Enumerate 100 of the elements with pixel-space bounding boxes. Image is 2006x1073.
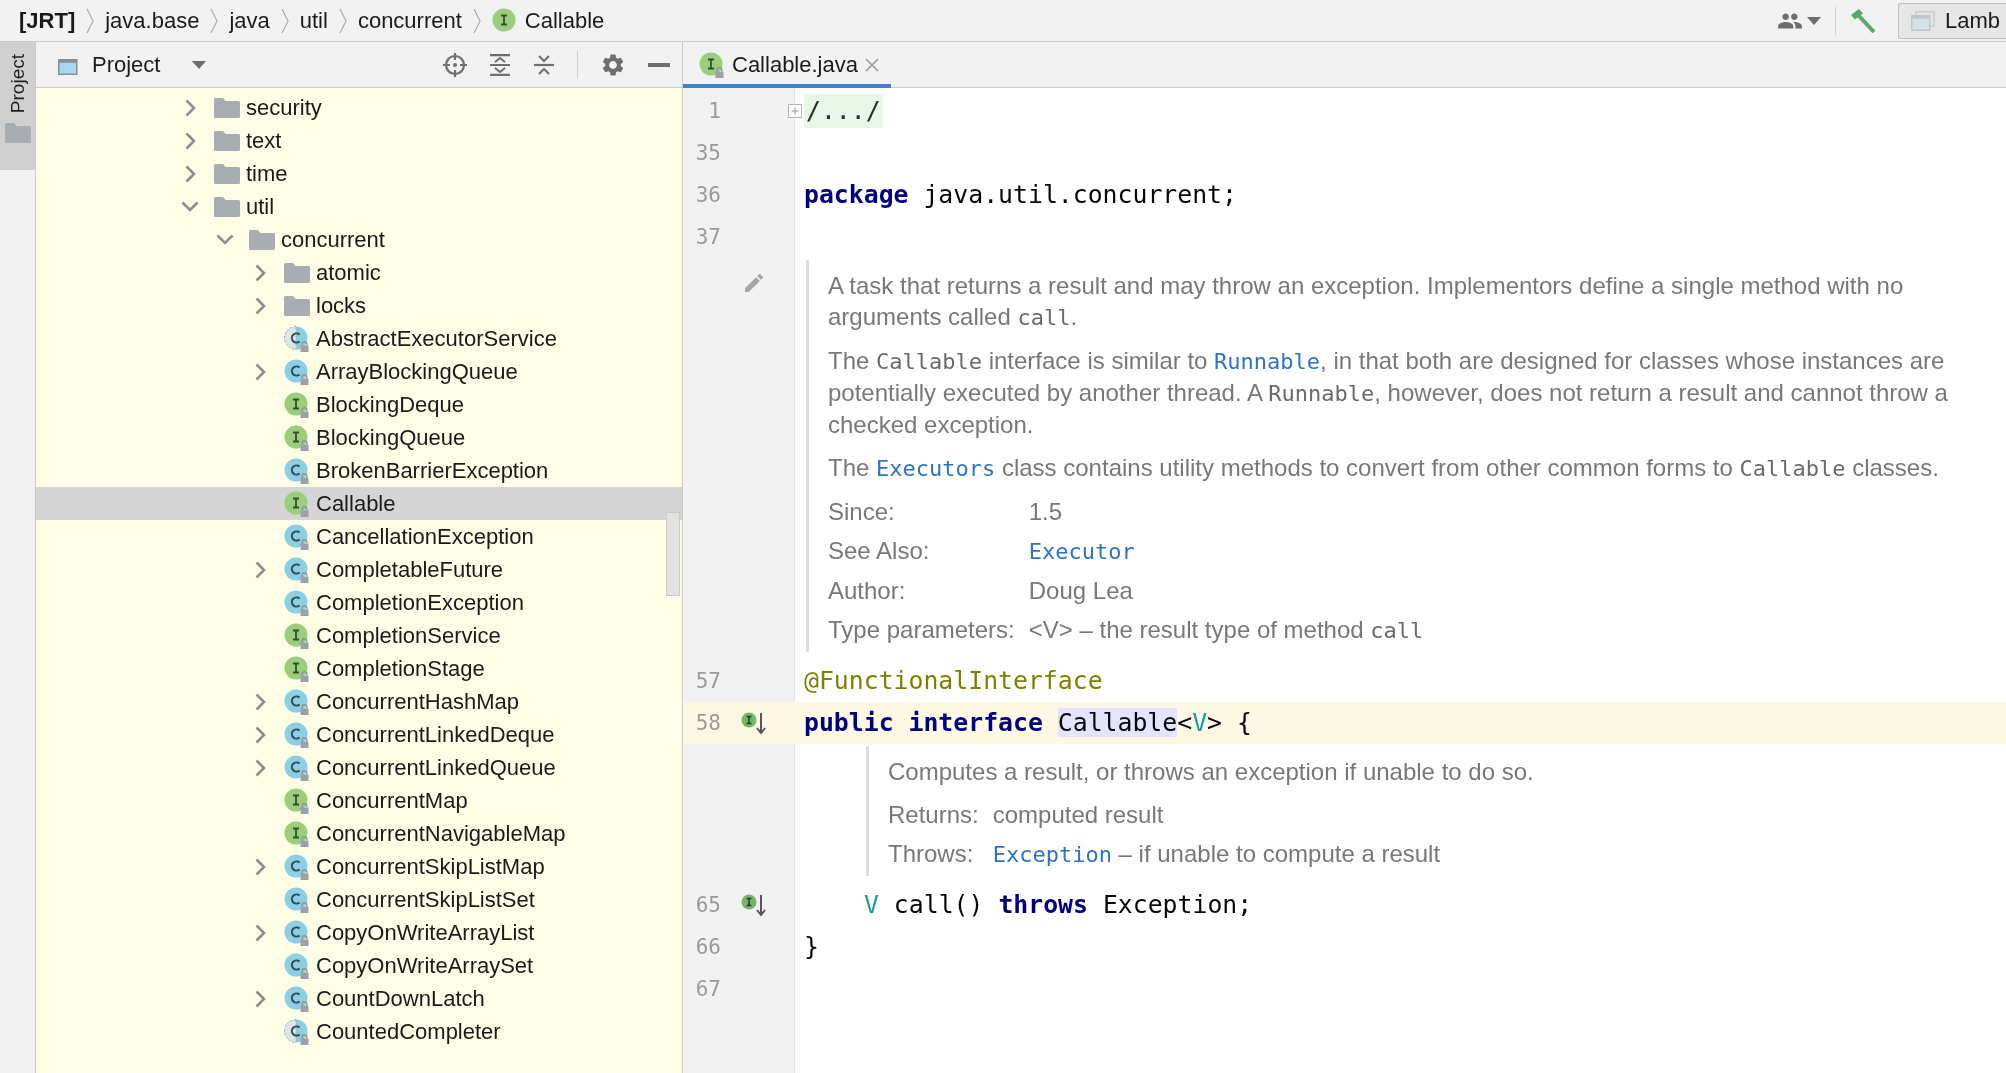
tree-item[interactable]: BrokenBarrierException bbox=[36, 454, 682, 487]
class-icon bbox=[284, 523, 310, 550]
crosshair-icon[interactable] bbox=[443, 52, 467, 77]
tree-item[interactable]: CountDownLatch bbox=[36, 982, 682, 1015]
tree-item[interactable]: ConcurrentNavigableMap bbox=[36, 817, 682, 850]
doc-link[interactable]: Runnable bbox=[1214, 349, 1321, 374]
expand-all-icon[interactable] bbox=[489, 53, 511, 76]
line-number: 1 bbox=[707, 98, 721, 125]
tool-window-tab[interactable]: Project bbox=[0, 42, 35, 170]
tree-item[interactable]: ConcurrentLinkedDeque bbox=[36, 718, 682, 751]
folder-icon bbox=[214, 130, 240, 151]
close-icon[interactable] bbox=[864, 58, 879, 72]
interface-icon bbox=[491, 7, 518, 34]
chevron-right-icon[interactable] bbox=[254, 989, 266, 1008]
tree-item[interactable]: atomic bbox=[36, 256, 682, 289]
chevron-right-icon[interactable] bbox=[254, 362, 266, 381]
tree-item[interactable]: ConcurrentSkipListSet bbox=[36, 883, 682, 916]
tree-item[interactable]: CopyOnWriteArrayList bbox=[36, 916, 682, 949]
tree-item[interactable]: Callable bbox=[36, 487, 682, 520]
interface-icon bbox=[284, 391, 310, 418]
chevron-right-icon[interactable] bbox=[254, 296, 266, 315]
line-number: 37 bbox=[694, 224, 721, 251]
circle-arrow-icon[interactable] bbox=[741, 711, 767, 735]
doc-paragraph: The Callable interface is similar to Runnable, in that both are designed for classes whose instances are potentially executed by another thread. A Runnable, however, does not return a result and cannot throw a checked exception. bbox=[828, 346, 1949, 440]
chevron-right-icon[interactable] bbox=[254, 758, 266, 777]
doc-link[interactable]: Executor bbox=[1028, 539, 1135, 564]
chevron-right-icon[interactable] bbox=[254, 692, 266, 711]
tree-item[interactable]: CompletionService bbox=[36, 619, 682, 652]
interface-icon bbox=[284, 655, 310, 682]
breadcrumb-item[interactable]: util bbox=[299, 7, 328, 34]
tree-item[interactable]: locks bbox=[36, 289, 682, 322]
run-configuration-selector[interactable]: Lamb bbox=[1897, 2, 2006, 39]
plus-box-icon[interactable] bbox=[788, 104, 802, 118]
chevron-right-icon[interactable] bbox=[254, 923, 266, 942]
folder-icon bbox=[214, 163, 240, 184]
chevron-right-icon[interactable] bbox=[254, 725, 266, 744]
code-line: V call() throws Exception; bbox=[864, 889, 1253, 921]
chevron-right-icon[interactable] bbox=[254, 560, 266, 579]
breadcrumb-item[interactable]: Callable bbox=[491, 7, 605, 34]
tree-item[interactable]: security bbox=[36, 91, 682, 124]
tree-item[interactable]: util bbox=[36, 190, 682, 223]
doc-link[interactable]: Executors bbox=[876, 456, 996, 481]
line-number: 57 bbox=[694, 668, 721, 695]
circle-arrow-icon[interactable] bbox=[741, 893, 767, 917]
minimize-icon[interactable] bbox=[648, 62, 670, 67]
tree-item[interactable]: CompletionException bbox=[36, 586, 682, 619]
tree-item[interactable]: AbstractExecutorService bbox=[36, 322, 682, 355]
caret-icon[interactable] bbox=[1806, 16, 1821, 25]
class-icon bbox=[284, 754, 310, 781]
tree-item[interactable]: text bbox=[36, 124, 682, 157]
tree-item[interactable]: CompletableFuture bbox=[36, 553, 682, 586]
code-line: package java.util.concurrent; bbox=[804, 179, 1237, 211]
tree-item[interactable]: concurrent bbox=[36, 223, 682, 256]
breadcrumb-item[interactable]: java bbox=[229, 7, 270, 34]
folder-icon bbox=[284, 295, 310, 316]
tree-item[interactable]: ConcurrentSkipListMap bbox=[36, 850, 682, 883]
class-icon bbox=[284, 556, 310, 583]
tree-item[interactable]: ConcurrentMap bbox=[36, 784, 682, 817]
collapse-all-icon[interactable] bbox=[533, 53, 555, 76]
line-number: 36 bbox=[694, 182, 721, 209]
interface-icon bbox=[284, 787, 310, 814]
scrollbar-thumb[interactable] bbox=[666, 512, 680, 596]
folded-code[interactable]: /.../ bbox=[804, 94, 883, 128]
abstract-class-icon bbox=[284, 1018, 310, 1045]
chevron-icon bbox=[472, 7, 481, 34]
view-selector[interactable]: Project bbox=[58, 51, 207, 78]
chevron-down-icon[interactable] bbox=[216, 234, 234, 245]
tree-item[interactable]: CountedCompleter bbox=[36, 1015, 682, 1048]
tree-item[interactable]: ArrayBlockingQueue bbox=[36, 355, 682, 388]
tree-item[interactable]: CancellationException bbox=[36, 520, 682, 553]
chevron-down-icon[interactable] bbox=[181, 201, 199, 212]
doc-tag-label: Returns: bbox=[888, 800, 979, 830]
doc-paragraph: A task that returns a result and may throw an exception. Implementors define a single method with no arguments called call. bbox=[828, 271, 1905, 332]
breadcrumb-item[interactable]: [JRT] bbox=[19, 7, 76, 34]
chevron-right-icon[interactable] bbox=[184, 164, 196, 183]
chevron-icon bbox=[210, 7, 219, 34]
doc-link[interactable]: Exception bbox=[992, 842, 1112, 867]
breadcrumb-item[interactable]: java.base bbox=[105, 7, 200, 34]
tree-item[interactable]: CopyOnWriteArraySet bbox=[36, 949, 682, 982]
code-line: public interface Callable<V> { bbox=[804, 707, 1252, 739]
chevron-icon bbox=[280, 7, 289, 34]
tree-item[interactable]: CompletionStage bbox=[36, 652, 682, 685]
chevron-right-icon[interactable] bbox=[254, 857, 266, 876]
pencil-icon[interactable] bbox=[742, 271, 766, 295]
tree-item[interactable]: BlockingDeque bbox=[36, 388, 682, 421]
chevron-right-icon[interactable] bbox=[184, 98, 196, 117]
folder-icon bbox=[249, 229, 275, 250]
tree-item[interactable]: ConcurrentLinkedQueue bbox=[36, 751, 682, 784]
class-icon bbox=[284, 919, 310, 946]
doc-paragraph: Computes a result, or throws an exception if unable to do so. bbox=[888, 757, 1535, 787]
tree-item[interactable]: time bbox=[36, 157, 682, 190]
breadcrumb-item[interactable]: concurrent bbox=[357, 7, 462, 34]
chevron-icon bbox=[86, 7, 95, 34]
tree-item[interactable]: BlockingQueue bbox=[36, 421, 682, 454]
hammer-icon[interactable] bbox=[1849, 7, 1876, 34]
interface-icon bbox=[284, 820, 310, 847]
caret-icon[interactable] bbox=[192, 60, 207, 69]
tree-item[interactable]: ConcurrentHashMap bbox=[36, 685, 682, 718]
chevron-right-icon[interactable] bbox=[184, 131, 196, 150]
chevron-right-icon[interactable] bbox=[254, 263, 266, 282]
